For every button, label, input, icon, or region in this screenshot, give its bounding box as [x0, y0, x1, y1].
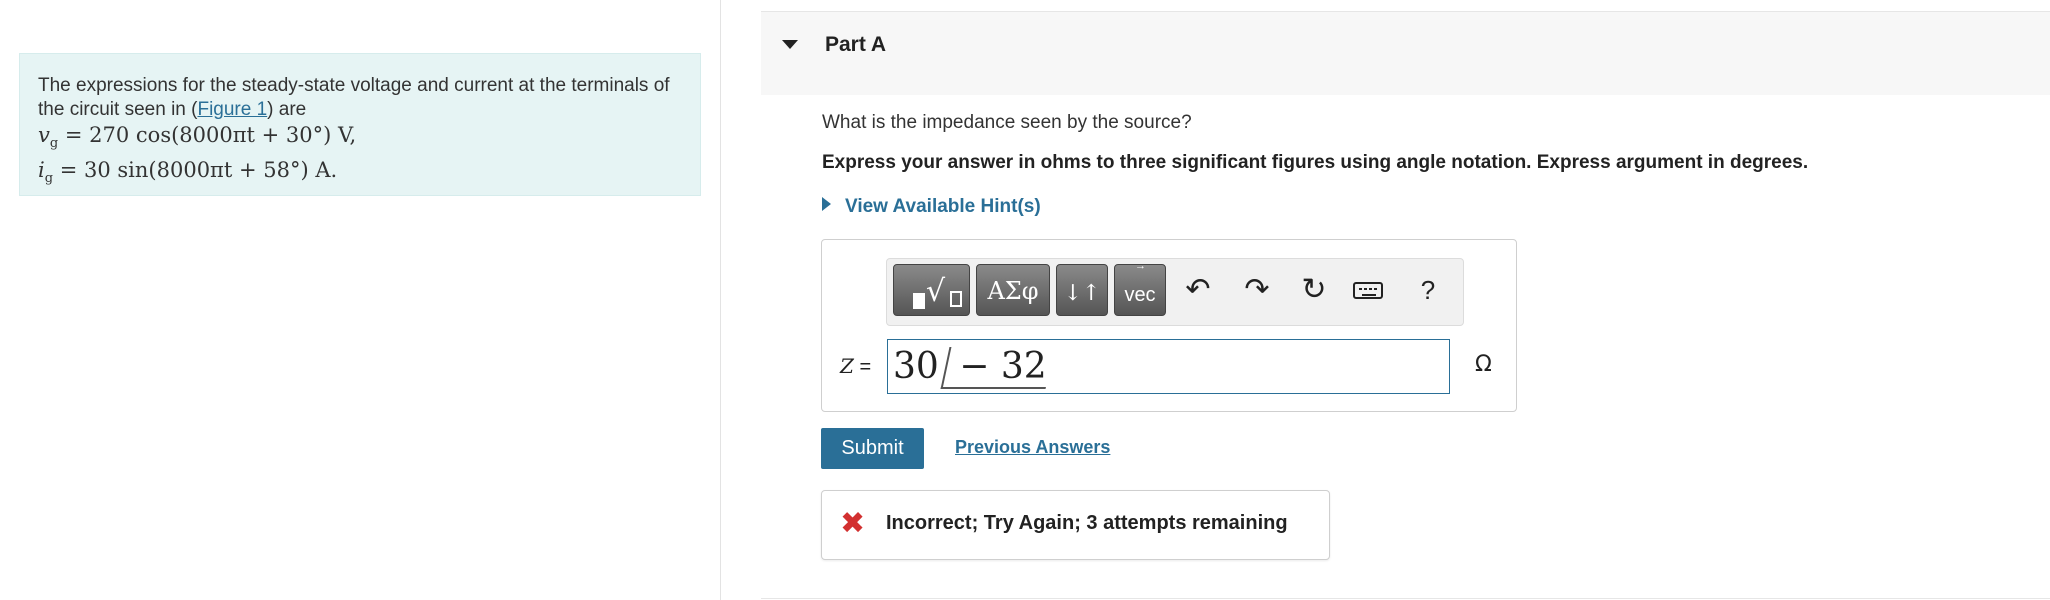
- instruction-text: Express your answer in ohms to three sig…: [822, 152, 1809, 173]
- magnitude-value: 30: [893, 346, 939, 387]
- part-bottom-border: [761, 598, 2050, 599]
- part-title: Part A: [825, 33, 887, 56]
- x-icon: ✖: [840, 506, 866, 541]
- previous-answers-link[interactable]: Previous Answers: [955, 437, 1110, 458]
- answer-input[interactable]: 30 − 32: [887, 339, 1450, 394]
- vector-button[interactable]: → vec: [1114, 260, 1166, 316]
- arrows-button[interactable]: ↓↑: [1056, 264, 1108, 316]
- current-equation: ig = 30 sin(8000πt + 58°) A.: [38, 158, 338, 187]
- angle-notation: − 32: [940, 346, 1055, 389]
- figure-link[interactable]: Figure 1: [197, 99, 267, 120]
- expand-caret-icon: [822, 197, 831, 211]
- feedback-message: Incorrect; Try Again; 3 attempts remaini…: [886, 512, 1288, 534]
- template-box-icon: [950, 291, 962, 307]
- question-text: What is the impedance seen by the source…: [822, 112, 1192, 133]
- collapse-caret-icon[interactable]: [782, 40, 798, 49]
- redo-icon[interactable]: ↷: [1240, 270, 1274, 310]
- problem-statement: The expressions for the steady-state vol…: [19, 53, 701, 196]
- panel-divider: [720, 0, 721, 600]
- answer-variable-label: Z =: [840, 354, 872, 378]
- vector-arrow-icon: →: [1135, 260, 1146, 272]
- help-button[interactable]: ?: [1413, 270, 1443, 310]
- template-block-icon: [913, 293, 925, 309]
- submit-button[interactable]: Submit: [821, 428, 924, 469]
- radical-icon: √: [926, 274, 946, 309]
- view-hints-link[interactable]: View Available Hint(s): [822, 196, 1041, 218]
- voltage-equation: vg = 270 cos(8000πt + 30°) V,: [38, 123, 357, 152]
- unit-label: Ω: [1475, 352, 1492, 377]
- reset-icon[interactable]: ↻: [1297, 270, 1331, 310]
- templates-button[interactable]: √: [893, 264, 970, 316]
- angle-value: − 32: [959, 346, 1047, 387]
- problem-text: The expressions for the steady-state vol…: [38, 75, 670, 120]
- keyboard-icon[interactable]: [1353, 270, 1389, 310]
- undo-icon[interactable]: ↶: [1181, 270, 1215, 310]
- greek-symbols-button[interactable]: ΑΣφ: [976, 264, 1050, 316]
- part-header[interactable]: [761, 12, 2050, 95]
- keyboard-shape: [1353, 282, 1383, 299]
